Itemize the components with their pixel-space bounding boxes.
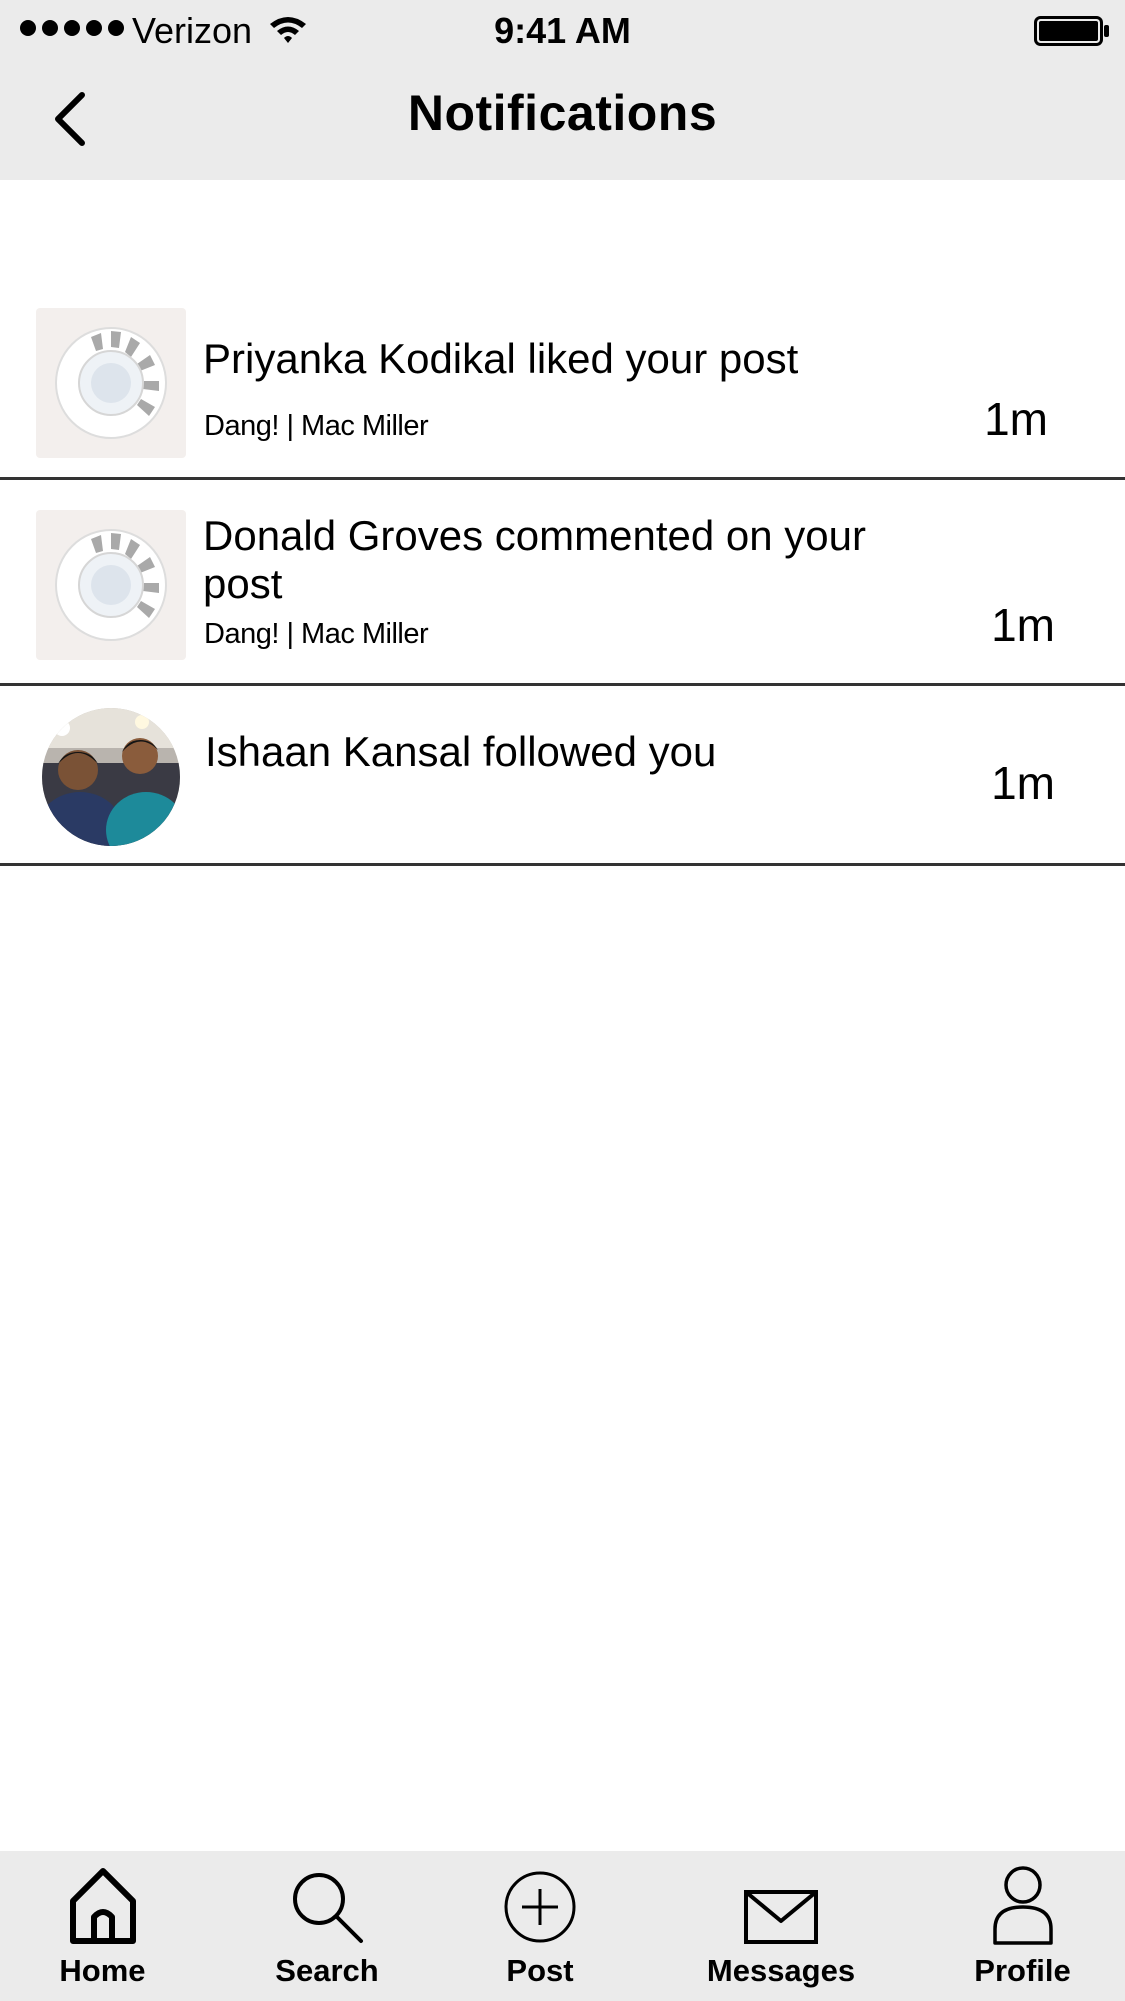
tab-label: Profile — [974, 1953, 1071, 1988]
tab-post[interactable]: Post — [480, 1851, 600, 2001]
tab-messages[interactable]: Messages — [700, 1851, 862, 2001]
notification-item[interactable]: Ishaan Kansal followed you 1m — [0, 686, 1125, 866]
status-bar: Verizon 9:41 AM — [0, 0, 1125, 60]
tab-label: Messages — [706, 1953, 856, 1988]
tab-label: Home — [59, 1953, 146, 1988]
user-avatar[interactable] — [42, 708, 180, 846]
notification-time: 1m — [991, 599, 1055, 651]
tab-search[interactable]: Search — [262, 1851, 392, 2001]
tab-label: Post — [506, 1953, 574, 1988]
envelope-icon — [743, 1851, 819, 1945]
tab-home[interactable]: Home — [40, 1851, 165, 2001]
home-icon — [67, 1851, 139, 1945]
notification-item[interactable]: Priyanka Kodikal liked your post Dang! |… — [0, 300, 1125, 480]
tab-profile[interactable]: Profile — [960, 1851, 1085, 2001]
notification-time: 1m — [984, 393, 1048, 445]
person-icon — [991, 1851, 1055, 1945]
status-time: 9:41 AM — [494, 10, 631, 51]
tab-label: Search — [275, 1953, 379, 1988]
notification-post-title: Dang! | Mac Miller — [204, 410, 429, 442]
navigation-bar: Notifications — [0, 60, 1125, 180]
album-art-icon — [36, 510, 186, 660]
notification-text: Priyanka Kodikal liked your post — [203, 335, 799, 382]
notification-post-title: Dang! | Mac Miller — [204, 618, 429, 650]
notification-text: Ishaan Kansal followed you — [205, 728, 717, 775]
page-title: Notifications — [407, 85, 718, 141]
notification-text: Donald Groves commented on your post — [203, 512, 866, 607]
search-icon — [289, 1851, 365, 1945]
plus-circle-icon — [502, 1851, 578, 1945]
notification-time: 1m — [991, 757, 1055, 809]
notification-item[interactable]: Donald Groves commented on your post Dan… — [0, 480, 1125, 686]
album-art-icon — [36, 308, 186, 458]
tab-bar: Home Search Post Messages Profile — [0, 1851, 1125, 2001]
battery-icon — [1034, 16, 1110, 51]
